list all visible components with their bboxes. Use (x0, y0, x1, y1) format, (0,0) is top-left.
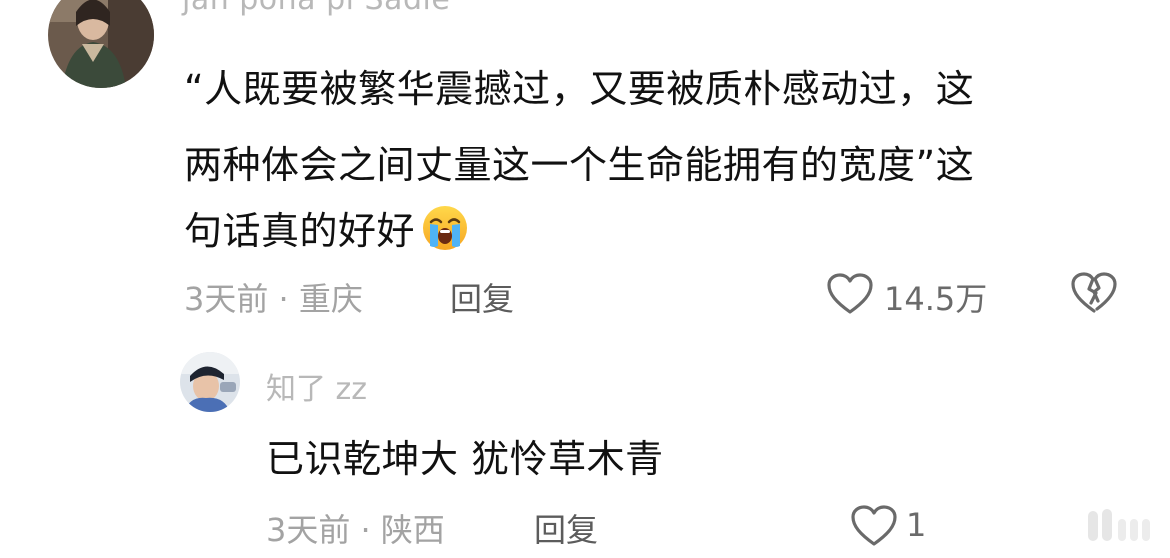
meta-separator: · (268, 280, 299, 318)
reply-like-count: 1 (906, 506, 927, 544)
reply-reply-button[interactable]: 回复 (534, 505, 598, 551)
reply-username[interactable]: 知了 zz (266, 364, 367, 408)
meta-separator: · (350, 511, 381, 549)
comment-meta: 3天前 · 重庆 (184, 274, 363, 320)
reply-location: 陕西 (380, 511, 445, 549)
watermark-logo-icon (1086, 505, 1166, 553)
avatar[interactable] (48, 0, 154, 88)
comment-username[interactable]: jan pona pi Sadie (182, 0, 450, 17)
loudly-crying-face-emoji (421, 204, 469, 261)
comment-text-line-1: “人既要被繁华震撼过，又要被质朴感动过，这 (184, 67, 975, 111)
comment-thread: jan pona pi Sadie “人既要被繁华震撼过，又要被质朴感动过，这 … (0, 0, 1170, 558)
comment-location: 重庆 (298, 280, 363, 318)
comment-text-line-3-text: 句话真的好好 (184, 209, 416, 253)
reply-meta: 3天前 · 陕西 (266, 505, 445, 551)
reply-time: 3天前 (266, 511, 351, 549)
comment-text-line-2: 两种体会之间丈量这一个生命能拥有的宽度”这 (184, 143, 975, 187)
heart-outline-icon[interactable] (826, 272, 874, 320)
reply-avatar[interactable] (180, 352, 240, 412)
broken-heart-icon[interactable] (1070, 271, 1118, 319)
comment-text-line-3: 句话真的好好 (184, 200, 469, 261)
comment-time: 3天前 (184, 280, 269, 318)
like-count: 14.5万 (884, 280, 988, 318)
heart-outline-icon[interactable] (850, 504, 898, 552)
reply-text: 已识乾坤大 犹怜草木青 (266, 437, 664, 481)
reply-button[interactable]: 回复 (450, 274, 514, 320)
